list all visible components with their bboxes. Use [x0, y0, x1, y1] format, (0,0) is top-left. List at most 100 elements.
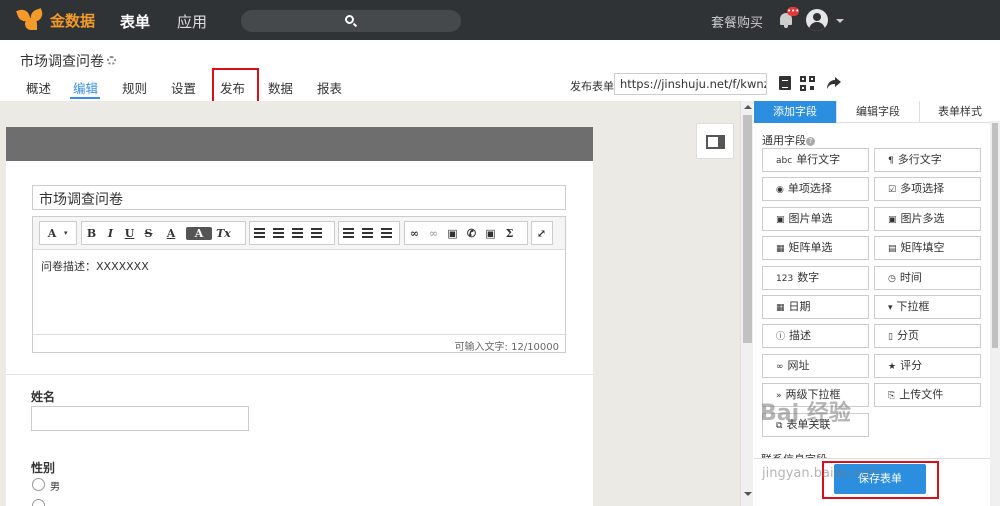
format-group: B I U S A A Tx [81, 221, 246, 245]
section-title: 通用字段? [762, 132, 815, 148]
preview-toggle-button[interactable] [696, 123, 734, 159]
top-bar: 金数据 表单 应用 套餐购买 ••• [0, 0, 1000, 40]
form-title-input[interactable]: 市场调查问卷 [32, 185, 566, 210]
brand-logo[interactable]: 金数据 [16, 7, 96, 32]
field-button[interactable]: ⓘ 描述 [762, 324, 869, 349]
scroll-down-icon[interactable] [744, 492, 752, 496]
field-button[interactable]: abc 单行文字 [762, 148, 869, 172]
field-button[interactable]: ★ 评分 [874, 353, 981, 378]
share-icon[interactable] [826, 75, 842, 91]
tab-form-style[interactable]: 表单样式 [920, 101, 1000, 123]
rich-text-editor[interactable]: A ▾ B I U S A A Tx ∞ ∞ ▣ ✆ ▣ Σ ⤢ 问卷描述：XX… [32, 216, 567, 353]
field-button[interactable]: ▯ 分页 [874, 324, 981, 349]
ordered-list-icon[interactable] [254, 232, 265, 234]
formula-icon[interactable]: Σ [500, 227, 519, 240]
link-icon[interactable]: ∞ [405, 227, 424, 240]
avatar[interactable] [806, 9, 828, 31]
brand-name: 金数据 [50, 11, 96, 30]
image-icon[interactable]: ▣ [443, 227, 462, 240]
field-button-label: 日期 [788, 300, 811, 313]
chevron-down-icon[interactable] [836, 19, 844, 27]
bullet-list-icon[interactable] [273, 232, 284, 234]
field-button[interactable]: ▣ 图片多选 [874, 206, 981, 231]
unlink-icon[interactable]: ∞ [424, 227, 443, 240]
search-input[interactable] [241, 10, 461, 32]
field-button[interactable]: ⎘ 上传文件 [874, 383, 981, 408]
video-icon[interactable]: ▣ [481, 227, 500, 240]
gender-radio[interactable] [32, 499, 45, 506]
field-button[interactable]: ¶ 多行文字 [874, 148, 981, 172]
field-type-icon: ∞ [776, 361, 784, 372]
field-button[interactable]: ▦ 矩阵单选 [762, 236, 869, 261]
gender-radio-male[interactable] [32, 478, 45, 491]
highlight-box-publish [212, 68, 259, 104]
tab-settings[interactable]: 设置 [171, 78, 196, 97]
fullscreen-icon[interactable]: ⤢ [531, 221, 553, 245]
tab-add-field[interactable]: 添加字段 [754, 101, 837, 123]
field-type-icon: ▦ [776, 244, 785, 255]
font-color-button[interactable]: A [158, 227, 184, 240]
nav-apps[interactable]: 应用 [177, 11, 207, 32]
tab-edit-field[interactable]: 编辑字段 [837, 101, 920, 123]
align-center-icon[interactable] [362, 232, 373, 234]
tab-data[interactable]: 数据 [268, 78, 293, 97]
panel-scroll-thumb[interactable] [992, 123, 998, 348]
field-button[interactable]: 123 数字 [762, 265, 869, 290]
bold-button[interactable]: B [82, 227, 101, 240]
phone-icon[interactable]: ✆ [462, 227, 481, 240]
field-button-label: 矩阵填空 [900, 241, 945, 255]
bell-icon[interactable]: ••• [778, 7, 799, 28]
canvas-scrollbar[interactable] [740, 101, 753, 506]
field-type-icon: ★ [888, 361, 897, 372]
tab-rules[interactable]: 规则 [122, 78, 147, 97]
qr-code-icon[interactable] [800, 76, 815, 91]
panel-scrollbar[interactable] [990, 121, 1000, 506]
field-button[interactable]: ☑ 多项选择 [874, 177, 981, 202]
char-counter: 可输入文字: 12/10000 [33, 334, 567, 353]
field-button[interactable]: ▣ 图片单选 [762, 206, 869, 231]
indent-icon[interactable] [311, 232, 322, 234]
field-button-label: 评分 [900, 358, 923, 372]
name-input[interactable] [31, 406, 249, 431]
tab-edit[interactable]: 编辑 [73, 78, 98, 97]
strike-button[interactable]: S [139, 227, 158, 240]
canvas-scroll-thumb[interactable] [743, 115, 752, 343]
field-button-label: 矩阵单选 [788, 241, 833, 255]
insert-group: ∞ ∞ ▣ ✆ ▣ Σ [404, 221, 528, 245]
section-divider [6, 374, 593, 375]
align-right-icon[interactable] [381, 232, 392, 234]
document-icon[interactable] [779, 76, 791, 90]
gear-icon[interactable] [107, 56, 116, 65]
buy-plan-link[interactable]: 套餐购买 [711, 12, 763, 31]
watermark-url: jingyan.baidu.com [762, 466, 882, 481]
tab-reports[interactable]: 报表 [317, 78, 342, 97]
question-gender-label: 性别 [31, 461, 56, 475]
form-title: 市场调查问卷 [20, 54, 104, 70]
form-header-bar [6, 127, 593, 161]
italic-button[interactable]: I [101, 227, 120, 240]
field-type-icon: ▦ [776, 303, 785, 313]
field-button[interactable]: ▤ 矩阵填空 [874, 236, 981, 261]
underline-button[interactable]: U [120, 227, 139, 240]
gender-option-male: 男 [50, 482, 60, 493]
scroll-up-icon[interactable] [744, 105, 752, 109]
clear-format-button[interactable]: Tx [214, 227, 233, 240]
list-group [249, 221, 335, 245]
field-button[interactable]: ◷ 时间 [874, 265, 981, 290]
question-name-label: 姓名 [31, 390, 56, 404]
field-button-label: 上传文件 [899, 388, 944, 402]
help-icon[interactable]: ? [806, 137, 815, 146]
field-type-icon: ▣ [776, 214, 785, 225]
align-left-icon[interactable] [343, 232, 354, 234]
nav-forms[interactable]: 表单 [120, 11, 150, 32]
field-button[interactable]: ▾ 下拉框 [874, 295, 981, 319]
tab-overview[interactable]: 概述 [26, 78, 51, 97]
bg-color-button[interactable]: A [186, 226, 212, 240]
field-button-label: 网址 [787, 358, 810, 372]
field-button[interactable]: ▦ 日期 [762, 295, 869, 319]
outdent-icon[interactable] [292, 232, 303, 234]
font-size-dropdown[interactable]: A ▾ [39, 221, 77, 245]
field-button[interactable]: ∞ 网址 [762, 353, 869, 378]
publish-url-field[interactable]: https://jinshuju.net/f/kwnzi7 [614, 73, 767, 95]
field-button[interactable]: ◉ 单项选择 [762, 177, 869, 202]
